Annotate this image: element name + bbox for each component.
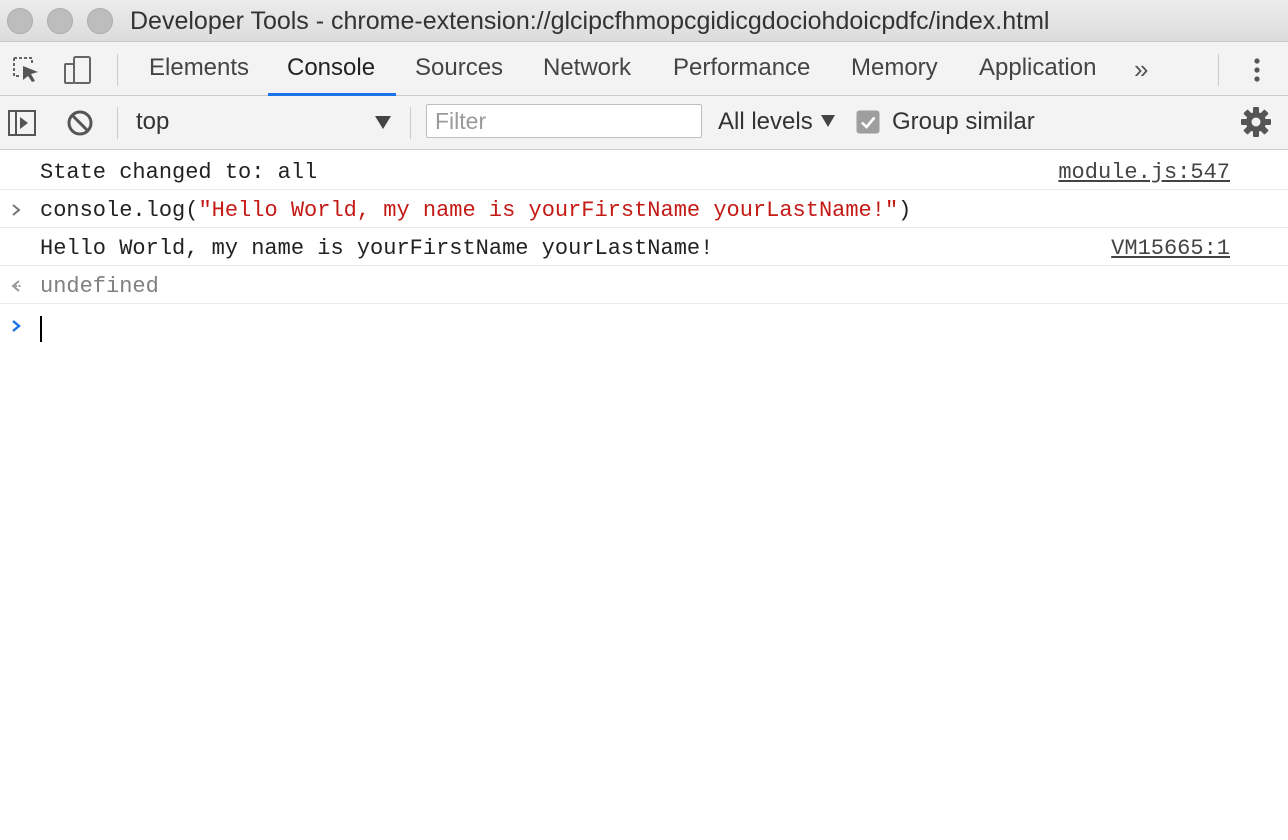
chevron-down-icon[interactable]: [820, 114, 836, 128]
result-arrow-icon: [11, 280, 22, 292]
command-suffix: ): [898, 198, 912, 223]
tab-performance[interactable]: Performance: [673, 42, 810, 96]
console-message: State changed to: all module.js:547: [0, 152, 1288, 190]
group-similar-label: Group similar: [892, 108, 1035, 135]
command-prefix: console.log(: [40, 198, 199, 223]
filter-input[interactable]: [426, 104, 702, 138]
console-toolbar: top All levels Group similar: [0, 96, 1288, 150]
execution-context-select[interactable]: top: [136, 106, 169, 138]
kebab-menu-icon[interactable]: [1246, 54, 1268, 86]
chevron-right-icon: [12, 204, 21, 216]
result-value: undefined: [40, 274, 159, 299]
close-window-button[interactable]: [7, 8, 33, 34]
toolbar-divider: [410, 107, 411, 139]
tab-sources[interactable]: Sources: [415, 42, 503, 96]
prompt-chevron-icon: [12, 320, 21, 332]
command-string: "Hello World, my name is yourFirstName y…: [198, 198, 899, 223]
tab-console[interactable]: Console: [287, 42, 375, 96]
console-messages: State changed to: all module.js:547 cons…: [0, 150, 1288, 840]
minimize-window-button[interactable]: [47, 8, 73, 34]
console-input-echo: console.log("Hello World, my name is you…: [0, 190, 1288, 228]
text-caret: [40, 316, 42, 342]
console-prompt[interactable]: [0, 306, 1288, 346]
toolbar-divider: [1218, 54, 1219, 86]
message-source-link[interactable]: module.js:547: [1058, 152, 1230, 190]
gear-icon[interactable]: [1240, 106, 1272, 138]
tab-application[interactable]: Application: [979, 42, 1096, 96]
message-text: Hello World, my name is yourFirstName yo…: [40, 236, 714, 261]
log-levels-select[interactable]: All levels: [718, 106, 813, 138]
zoom-window-button[interactable]: [87, 8, 113, 34]
console-result: undefined: [0, 266, 1288, 304]
device-toolbar-icon[interactable]: [62, 54, 94, 86]
console-message: Hello World, my name is yourFirstName yo…: [0, 228, 1288, 266]
tab-network[interactable]: Network: [543, 42, 631, 96]
chevron-down-icon[interactable]: [374, 114, 392, 130]
toolbar-divider: [117, 107, 118, 139]
tab-elements[interactable]: Elements: [149, 42, 249, 96]
window-title: Developer Tools - chrome-extension://glc…: [130, 7, 1050, 35]
message-source-link[interactable]: VM15665:1: [1111, 228, 1230, 266]
command-text: console.log("Hello World, my name is you…: [40, 190, 911, 228]
message-text: State changed to: all: [40, 160, 318, 185]
devtools-tab-bar: Elements Console Sources Network Perform…: [0, 42, 1288, 96]
toolbar-divider: [117, 54, 118, 86]
inspect-element-icon[interactable]: [10, 54, 42, 86]
group-similar-checkbox[interactable]: [856, 110, 880, 134]
show-sidebar-icon[interactable]: [6, 107, 38, 139]
more-tabs-icon[interactable]: »: [1134, 54, 1162, 86]
clear-console-icon[interactable]: [64, 107, 96, 139]
tab-memory[interactable]: Memory: [851, 42, 938, 96]
window-title-bar: Developer Tools - chrome-extension://glc…: [0, 0, 1288, 42]
